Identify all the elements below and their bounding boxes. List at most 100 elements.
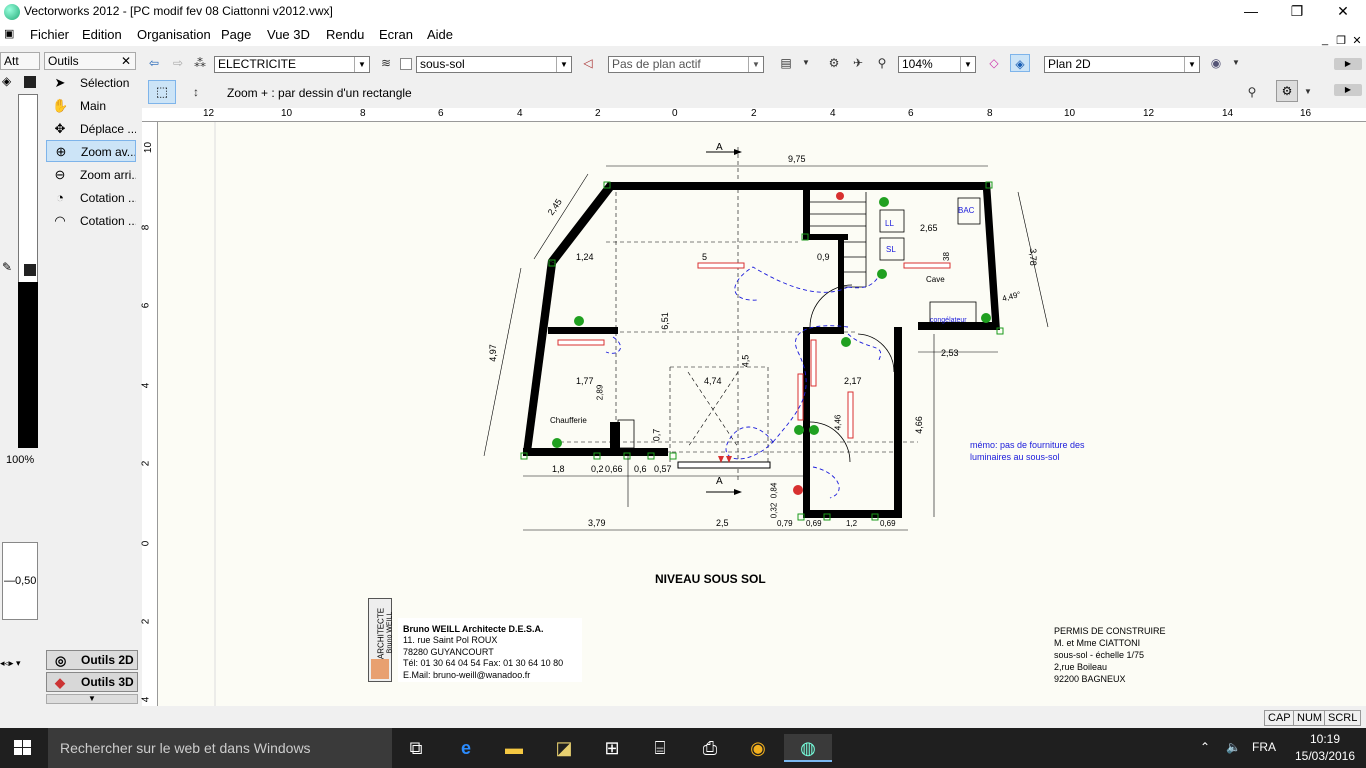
layer-select[interactable]: sous-sol ▼ (416, 56, 572, 73)
windows-start-icon[interactable] (14, 740, 32, 756)
maximize-button[interactable]: ❐ (1274, 0, 1320, 24)
palette-expand-icon[interactable]: ▼ (46, 694, 138, 704)
classes-icon[interactable]: ⁂ (190, 54, 210, 72)
view-bar: ⇦ ⇨ ⁂ ELECTRICITE ▼ ≋ sous-sol ▼ ◁ Pas de … (142, 52, 1366, 76)
fill-color-swatch[interactable] (24, 76, 36, 88)
clock-date[interactable]: 15/03/2016 (1288, 749, 1362, 763)
chevron-up-icon[interactable]: ⌃ (1200, 740, 1210, 754)
working-plane-select[interactable]: Pas de plan actif ▼ (608, 56, 764, 73)
volume-icon[interactable]: 🔈 (1226, 740, 1241, 754)
tool-set-2d-label: Outils 2D (81, 653, 134, 667)
menu-edition[interactable]: Edition (82, 27, 122, 42)
flyover-icon[interactable]: ✈ (848, 54, 868, 72)
taskbar-search[interactable]: Rechercher sur le web et dans Windows (48, 728, 392, 768)
class-select[interactable]: ELECTRICITE ▼ (214, 56, 370, 73)
pen-icon[interactable]: ✎ (2, 260, 12, 274)
mode-bar-menu-icon[interactable]: ▶ (1334, 84, 1362, 96)
vectorworks-taskbar-icon[interactable]: ◍ (784, 734, 832, 762)
top-plan-view-icon[interactable]: ◈ (1010, 54, 1030, 72)
menu-rendu[interactable]: Rendu (326, 27, 364, 42)
menu-fichier[interactable]: Fichier (30, 27, 69, 42)
edge-browser-icon[interactable]: e (442, 734, 490, 762)
pen-preview[interactable] (18, 282, 38, 448)
drawing-canvas[interactable]: A A 9,75 2,45 1,24 5 0,9 2,65 3,78 38 4,… (158, 122, 1366, 706)
dimension-lines (483, 165, 1049, 531)
menu-page[interactable]: Page (221, 27, 251, 42)
memo-line-1: mémo: pas de fourniture des (970, 440, 1085, 450)
chevron-down-icon: ▼ (354, 57, 369, 72)
render-mode-icon[interactable]: ◉ (1206, 54, 1226, 72)
tools-palette-title: Outils ✕ (44, 52, 136, 70)
palette-close-icon[interactable]: ✕ (121, 53, 131, 69)
opacity-value[interactable]: 100% (6, 454, 34, 466)
scroll-lock-indicator: SCRL (1324, 710, 1362, 726)
ruler-label: 10 (1064, 108, 1076, 119)
tool-set-2d-button[interactable]: ◎ Outils 2D (46, 650, 138, 670)
clock-time[interactable]: 10:19 (1300, 732, 1350, 746)
language-indicator[interactable]: FRA (1252, 740, 1276, 754)
dim-0-69: 0,69 (806, 519, 822, 528)
tool-set-3d-button[interactable]: ◆ Outils 3D (46, 672, 138, 692)
preferences-dropdown-icon[interactable]: ▼ (1298, 83, 1318, 101)
tool-zoom-out[interactable]: ⊖ Zoom arri... (46, 164, 136, 186)
projection-icon[interactable]: ◇ (984, 54, 1004, 72)
zoom-icon[interactable]: ⚲ (872, 54, 892, 72)
zoom-value: 104% (902, 57, 933, 71)
layer-options-icon[interactable] (400, 58, 412, 70)
page-setup-icon[interactable]: ▤ (776, 54, 796, 72)
line-weight-box[interactable]: — 0,50 (2, 542, 38, 620)
arrowheads-icon[interactable]: ◂◃▸ ▾ (0, 658, 21, 669)
view-bar-menu-icon[interactable]: ▶ (1334, 58, 1362, 70)
page-dropdown-icon[interactable]: ▼ (796, 54, 816, 72)
ruler-vertical[interactable]: 10 8 6 4 2 0 2 4 (140, 122, 158, 706)
chrome-icon[interactable]: ◉ (734, 734, 782, 762)
pen-color-swatch[interactable] (24, 264, 36, 276)
file-explorer-icon[interactable]: ▬ (490, 734, 538, 762)
doc-close-icon[interactable]: ✕ (1350, 34, 1364, 47)
dim-2-65: 2,65 (920, 223, 938, 233)
tool-angular-dimension[interactable]: ◠ Cotation ... (46, 210, 136, 232)
class-select-value: ELECTRICITE (218, 57, 297, 71)
tool-selection[interactable]: ➤ Sélection (46, 72, 136, 94)
doc-minimize-icon[interactable]: _ (1318, 34, 1332, 46)
tool-dimension[interactable]: ◔ Cotation ... (46, 187, 136, 209)
doc-restore-icon[interactable]: ❐ (1334, 34, 1348, 47)
close-button[interactable]: ✕ (1320, 0, 1366, 24)
menu-vue3d[interactable]: Vue 3D (267, 27, 310, 42)
back-arrow-icon[interactable]: ⇦ (144, 54, 164, 72)
dim-0-9: 0,9 (817, 252, 830, 262)
fill-bucket-icon[interactable]: ◈ (2, 74, 11, 88)
preferences-gear-icon[interactable]: ⚙ (1276, 80, 1298, 102)
tool-zoom-in[interactable]: ⊕ Zoom av... (46, 140, 136, 162)
sheet-plane-icon[interactable]: ◁ (578, 54, 598, 72)
folder-icon[interactable]: ◪ (540, 734, 588, 762)
document-icon[interactable]: ▣ (4, 27, 18, 41)
dim-4-5: 4,5 (740, 354, 751, 368)
zoom-rectangle-mode-icon[interactable]: ⬚ (148, 80, 176, 104)
forward-arrow-icon[interactable]: ⇨ (168, 54, 188, 72)
move-view-icon: ✥ (54, 121, 66, 136)
mode-zoom-tool-icon[interactable]: ⚲ (1242, 83, 1262, 101)
menu-ecran[interactable]: Ecran (379, 27, 413, 42)
task-view-icon[interactable]: ⧉ (392, 734, 440, 762)
tool-move-view[interactable]: ✥ Déplace ... (46, 118, 136, 140)
printer-icon[interactable]: ⎙ (686, 734, 734, 762)
dim-2-5: 2,5 (716, 518, 729, 528)
menu-aide[interactable]: Aide (427, 27, 453, 42)
render-dropdown-icon[interactable]: ▼ (1226, 54, 1246, 72)
network-app-icon[interactable]: ⌸ (636, 734, 684, 762)
menu-organisation[interactable]: Organisation (137, 27, 211, 42)
ruler-label: 12 (1143, 108, 1155, 119)
zoom-select[interactable]: 104% ▼ (898, 56, 976, 73)
dimension-icon: ◔ (56, 190, 64, 205)
ruler-horizontal[interactable]: 12 10 8 6 4 2 0 2 4 6 8 10 12 14 16 (142, 108, 1366, 122)
view-select[interactable]: Plan 2D ▼ (1044, 56, 1200, 73)
zoom-vertical-mode-icon[interactable]: ↕ (186, 83, 206, 101)
menu-bar: ▣ Fichier Edition Organisation Page Vue … (0, 24, 1366, 46)
tool-pan[interactable]: ✋ Main (46, 95, 136, 117)
render-icon[interactable]: ⚙ (824, 54, 844, 72)
store-icon[interactable]: ⊞ (588, 734, 636, 762)
layers-icon[interactable]: ≋ (376, 54, 396, 72)
minimize-button[interactable]: — (1228, 0, 1274, 24)
dim-38: 38 (941, 252, 951, 261)
